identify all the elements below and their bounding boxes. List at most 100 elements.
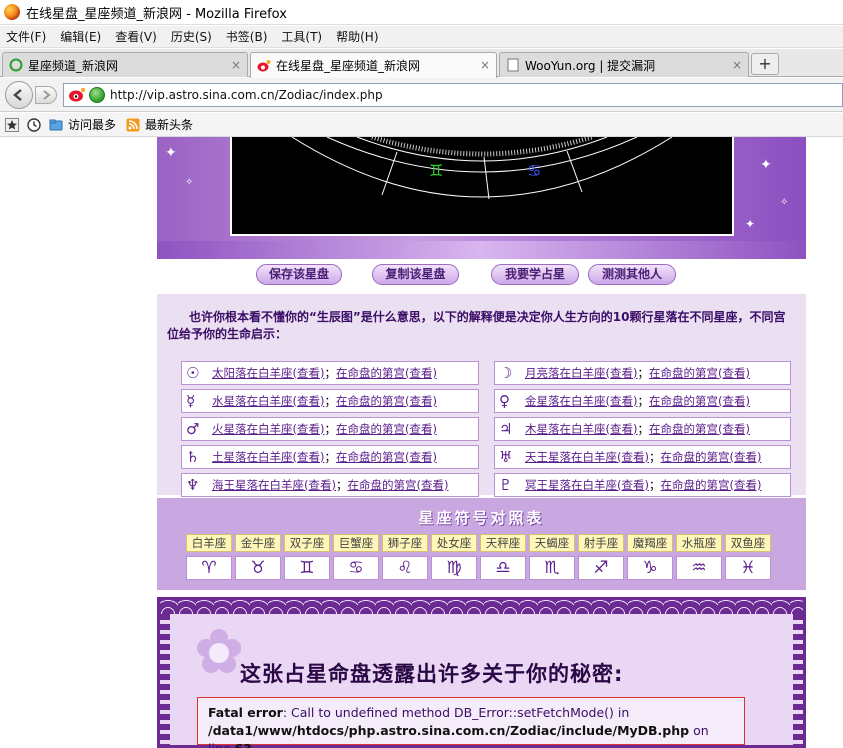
planet-sign-link[interactable]: 水星落在白羊座(查看) xyxy=(212,393,324,409)
menu-bookmarks[interactable]: 书签(B) xyxy=(226,28,268,45)
bookmark-latest-headlines[interactable]: 最新头条 xyxy=(126,116,193,133)
sparkle-icon: ✦ xyxy=(165,145,177,161)
flower-icon xyxy=(197,629,241,673)
scorpio-icon: ♏ xyxy=(529,556,575,580)
planet-sign-link[interactable]: 太阳落在白羊座(查看) xyxy=(212,365,324,381)
neptune-icon: ♆ xyxy=(186,476,200,494)
mars-icon: ♂ xyxy=(186,420,200,438)
planet-house-link[interactable]: 在命盘的第宫(查看) xyxy=(649,365,750,381)
secrets-title: 这张占星命盘透露出许多关于你的秘密: xyxy=(240,662,624,686)
menu-edit[interactable]: 编辑(E) xyxy=(60,28,101,45)
planet-house-link[interactable]: 在命盘的第宫(查看) xyxy=(660,449,761,465)
test-others-button[interactable]: 测测其他人 xyxy=(588,264,676,285)
capricorn-icon: ♑ xyxy=(627,556,673,580)
separator: ； xyxy=(637,366,649,380)
planet-house-link[interactable]: 在命盘的第宫(查看) xyxy=(660,477,761,493)
planet-house-link[interactable]: 在命盘的第宫(查看) xyxy=(336,365,437,381)
planet-row-mars: ♂ 火星落在白羊座(查看)；在命盘的第宫(查看) xyxy=(181,417,479,441)
sign-name: 双鱼座 xyxy=(725,534,771,552)
close-tab-icon[interactable]: × xyxy=(231,58,241,72)
planet-house-link[interactable]: 在命盘的第宫(查看) xyxy=(649,393,750,409)
forward-button[interactable] xyxy=(35,86,57,104)
planet-sign-link[interactable]: 火星落在白羊座(查看) xyxy=(212,421,324,437)
tab-wooyun[interactable]: WooYun.org | 提交漏洞 × xyxy=(499,52,749,77)
intro-text: 也许你根本看不懂你的“生辰图”是什么意思，以下的解释便是决定你人生方向的10颗行… xyxy=(167,310,786,341)
tab-strip: 星座频道_新浪网 × 在线星盘_星座频道_新浪网 × WooYun.org | … xyxy=(0,49,843,78)
bookmarks-bar: 访问最多 最新头条 xyxy=(0,113,843,137)
planet-row-uranus: ♅ 天王星落在白羊座(查看)；在命盘的第宫(查看) xyxy=(494,445,791,469)
sign-name: 射手座 xyxy=(578,534,624,552)
menu-file[interactable]: 文件(F) xyxy=(6,28,46,45)
firefox-logo-icon xyxy=(4,4,20,20)
natal-chart-wheel xyxy=(291,137,673,200)
leo-icon: ♌ xyxy=(382,556,428,580)
venus-icon: ♀ xyxy=(499,392,510,410)
menu-view[interactable]: 查看(V) xyxy=(115,28,157,45)
planet-house-link[interactable]: 在命盘的第宫(查看) xyxy=(336,393,437,409)
separator: ； xyxy=(324,366,336,380)
saturn-icon: ♄ xyxy=(186,448,200,466)
new-tab-button[interactable]: + xyxy=(751,53,779,75)
cancer-chart-glyph: ♋ xyxy=(527,161,542,180)
planet-row-jupiter: ♃ 木星落在白羊座(查看)；在命盘的第宫(查看) xyxy=(494,417,791,441)
error-text: : Call to undefined method DB_Error::set… xyxy=(282,705,630,720)
menu-help[interactable]: 帮助(H) xyxy=(336,28,378,45)
history-clock-icon[interactable] xyxy=(27,117,41,132)
menu-tools[interactable]: 工具(T) xyxy=(281,28,322,45)
aries-icon: ♈ xyxy=(186,556,232,580)
sparkle-icon: ✧ xyxy=(185,177,194,188)
natal-chart: ♊ ♋ xyxy=(230,137,734,236)
separator: ； xyxy=(335,478,348,492)
error-label: Fatal error xyxy=(208,705,283,720)
planet-sign-link[interactable]: 金星落在白羊座(查看) xyxy=(525,393,637,409)
planet-sign-link[interactable]: 土星落在白羊座(查看) xyxy=(212,449,324,465)
planet-house-link[interactable]: 在命盘的第宫(查看) xyxy=(649,421,750,437)
sign-name: 狮子座 xyxy=(382,534,428,552)
site-identity-icon[interactable] xyxy=(89,87,105,103)
address-bar[interactable]: http://vip.astro.sina.com.cn/Zodiac/inde… xyxy=(63,83,843,107)
separator: ； xyxy=(648,450,661,464)
planet-house-link[interactable]: 在命盘的第宫(查看) xyxy=(347,477,448,493)
sagittarius-icon: ♐ xyxy=(578,556,624,580)
planet-house-link[interactable]: 在命盘的第宫(查看) xyxy=(336,449,437,465)
action-buttons: 保存该星盘 复制该星盘 我要学占星 测测其他人 xyxy=(157,261,806,291)
close-tab-icon[interactable]: × xyxy=(480,58,490,72)
planet-row-neptune: ♆ 海王星落在白羊座(查看)；在命盘的第宫(查看) xyxy=(181,473,479,497)
tab-astro-channel[interactable]: 星座频道_新浪网 × xyxy=(2,52,248,77)
planet-sign-link[interactable]: 冥王星落在白羊座(查看) xyxy=(525,477,649,493)
arrow-right-icon xyxy=(43,90,51,100)
back-button[interactable] xyxy=(5,81,33,109)
mercury-icon: ☿ xyxy=(186,392,196,410)
decorative-border xyxy=(160,614,170,745)
planet-sign-link[interactable]: 月亮落在白羊座(查看) xyxy=(525,365,637,381)
planet-sign-link[interactable]: 天王星落在白羊座(查看) xyxy=(525,449,649,465)
planet-row-mercury: ☿ 水星落在白羊座(查看)；在命盘的第宫(查看) xyxy=(181,389,479,413)
planet-sign-link[interactable]: 海王星落在白羊座(查看) xyxy=(212,477,336,493)
sign-name: 处女座 xyxy=(431,534,477,552)
tab-online-chart[interactable]: 在线星盘_星座频道_新浪网 × xyxy=(250,52,497,78)
menu-history[interactable]: 历史(S) xyxy=(171,28,212,45)
star-bookmark-icon[interactable] xyxy=(5,117,19,132)
sparkle-icon: ✦ xyxy=(760,157,772,173)
bookmark-most-visited[interactable]: 访问最多 xyxy=(49,116,116,133)
error-line: 63 xyxy=(235,741,252,748)
uranus-icon: ♅ xyxy=(499,448,513,466)
save-chart-button[interactable]: 保存该星盘 xyxy=(256,264,342,285)
close-tab-icon[interactable]: × xyxy=(732,58,742,72)
separator: ； xyxy=(324,450,336,464)
banner-strip xyxy=(157,241,806,259)
copy-chart-button[interactable]: 复制该星盘 xyxy=(372,264,459,285)
separator: ； xyxy=(637,422,649,436)
planet-house-link[interactable]: 在命盘的第宫(查看) xyxy=(336,421,437,437)
rss-feed-icon xyxy=(126,118,140,131)
planet-sign-link[interactable]: 木星落在白羊座(查看) xyxy=(525,421,637,437)
separator: ； xyxy=(648,478,661,492)
decorative-border xyxy=(160,600,803,614)
sign-name: 巨蟹座 xyxy=(333,534,379,552)
learn-astrology-button[interactable]: 我要学占星 xyxy=(491,264,579,285)
sign-name: 天秤座 xyxy=(480,534,526,552)
sign-name: 白羊座 xyxy=(186,534,232,552)
pluto-icon: ♇ xyxy=(499,476,513,494)
tab-label: 在线星盘_星座频道_新浪网 xyxy=(276,59,421,73)
weibo-icon xyxy=(257,59,271,71)
